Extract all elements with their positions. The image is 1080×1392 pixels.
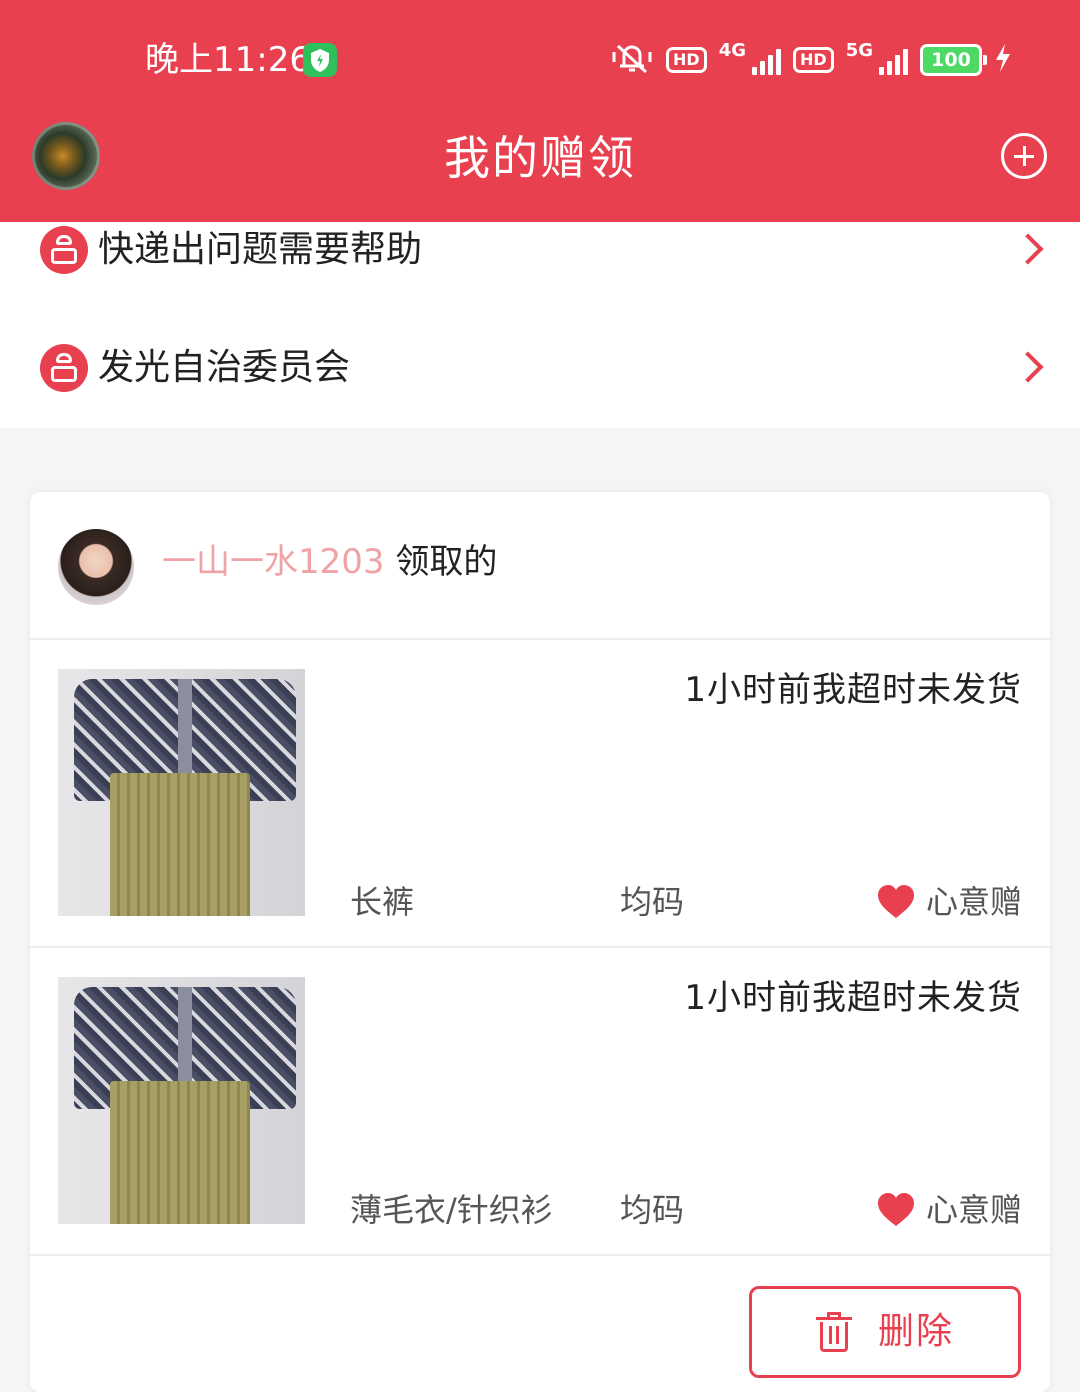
item-name: 薄毛衣/针织衫	[350, 1191, 553, 1229]
hd-badge-2: HD	[793, 47, 834, 73]
menu-item-committee[interactable]: 发光自治委员会	[0, 332, 1080, 412]
receiver-line: 一山一水1203 领取的	[162, 540, 497, 584]
receiver-name[interactable]: 一山一水1203	[162, 542, 385, 582]
delete-button[interactable]: 删除	[749, 1286, 1021, 1378]
heart-icon	[877, 1193, 914, 1226]
item-photo[interactable]	[58, 977, 305, 1224]
support-agent-icon	[40, 226, 88, 274]
status-icons: HD 4G HD 5G 100	[610, 38, 1012, 82]
mute-vibrate-icon	[610, 40, 654, 80]
item-name: 长裤	[350, 883, 415, 921]
menu-item-express-help[interactable]: 快递出问题需要帮助	[0, 214, 1080, 294]
gift-type: 心意赠	[876, 1188, 1022, 1232]
gift-type-label: 心意赠	[925, 1191, 1022, 1229]
app-header: 晚上11:26 HD 4G HD 5G 100 我的赠领	[0, 0, 1080, 222]
network-5g-label: 5G	[845, 40, 873, 61]
chevron-right-icon	[1012, 233, 1044, 265]
signal-bars-icon-2	[879, 45, 908, 75]
charging-bolt-icon	[994, 43, 1012, 77]
item-size: 均码	[620, 1191, 685, 1229]
page-title: 我的赠领	[444, 131, 636, 185]
status-time: 晚上11:26	[145, 40, 311, 80]
support-agent-icon	[40, 344, 88, 392]
signal-bars-icon	[752, 45, 782, 75]
network-4g-label: 4G	[718, 40, 747, 61]
gift-record-card: 一山一水1203 领取的 1小时前我超时未发货 长裤 均码 心意赠 1小时前我超…	[30, 492, 1050, 1392]
divider	[30, 638, 1050, 640]
received-suffix: 领取的	[395, 542, 498, 582]
item-size: 均码	[620, 883, 685, 921]
security-shield-icon	[303, 43, 337, 77]
item-status: 1小时前我超时未发货	[684, 978, 1022, 1018]
item-status: 1小时前我超时未发货	[684, 670, 1022, 710]
menu-item-label: 发光自治委员会	[98, 347, 351, 388]
chevron-right-icon	[1012, 351, 1044, 383]
menu-item-label: 快递出问题需要帮助	[98, 229, 423, 270]
trash-icon	[815, 1312, 852, 1352]
add-button[interactable]	[1001, 133, 1047, 179]
heart-icon	[877, 885, 914, 918]
divider	[30, 1254, 1050, 1256]
item-photo[interactable]	[58, 669, 305, 916]
gift-type-label: 心意赠	[925, 883, 1022, 921]
hd-badge-1: HD	[666, 47, 707, 73]
gift-type: 心意赠	[876, 880, 1022, 924]
battery-indicator: 100	[920, 44, 987, 76]
divider	[30, 946, 1050, 948]
help-menu: 快递出问题需要帮助 发光自治委员会	[0, 222, 1080, 428]
delete-button-label: 删除	[877, 1311, 954, 1352]
receiver-avatar[interactable]	[58, 529, 134, 605]
